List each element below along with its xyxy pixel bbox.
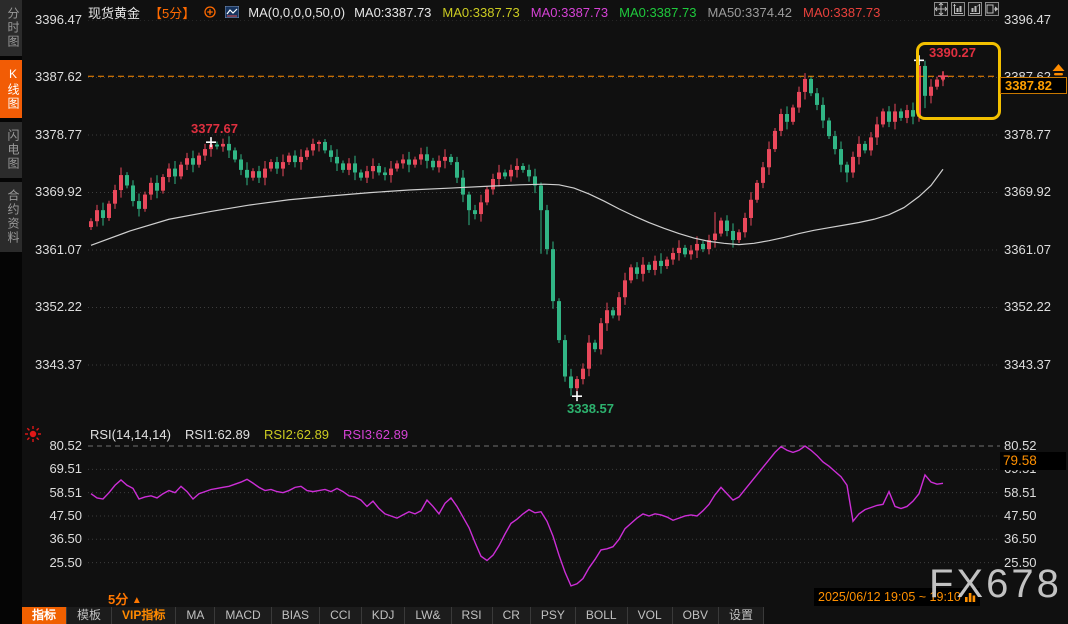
toolbar-item-vol[interactable]: VOL [627, 607, 673, 624]
price-annotation: 3377.67 [191, 121, 238, 137]
toolbar-item-bias[interactable]: BIAS [271, 607, 321, 624]
toolbar-item-cr[interactable]: CR [492, 607, 531, 624]
axis-right-icon[interactable] [968, 2, 982, 16]
current-price-badge: 3387.82 [1000, 77, 1067, 94]
crosshair-icon[interactable] [934, 2, 948, 16]
price-tick-right: 3378.77 [1004, 126, 1051, 142]
price-tick-left: 3369.92 [35, 184, 82, 200]
price-annotation: 3338.57 [567, 401, 614, 417]
price-annotation: 3390.27 [929, 45, 976, 61]
ma-value-label: MA0:3387.73 [442, 4, 520, 20]
sidebar-tab-2[interactable]: 闪电图 [0, 122, 22, 178]
rsi-tick-right: 47.50 [1004, 507, 1037, 523]
symbol-name: 现货黄金 [88, 5, 141, 21]
price-tick-left: 3396.47 [35, 12, 82, 27]
indicator-toolbar: 指标 模板 VIP指标 MA MACD BIAS CCI KDJ LW& RSI CR PSY BOLL… [22, 607, 764, 624]
rsi-tick-left: 36.50 [49, 531, 82, 547]
ma-value-label: MA0:3387.73 [530, 4, 609, 20]
chart-toolbar-icons [934, 2, 999, 16]
rsi-indicator-header: RSI(14,14,14) RSI1:62.89 RSI2:62.89 RSI3:6… [90, 427, 422, 442]
rsi-line-value: RSI3:62.89 [343, 427, 409, 442]
rsi-current-badge: 79.58 [1000, 452, 1066, 470]
price-up-arrow-icon [1051, 63, 1066, 77]
toolbar-item-lw&[interactable]: LW& [405, 607, 452, 624]
rsi-settings-label: RSI(14,14,14) [90, 427, 171, 442]
axis-left-icon[interactable] [951, 2, 965, 16]
toolbar-item-boll[interactable]: BOLL [575, 607, 628, 624]
footer-period-label: 5分 [108, 592, 129, 607]
rsi-tick-left: 25.50 [49, 554, 82, 570]
toolbar-item-设置[interactable]: 设置 [718, 607, 764, 624]
ma-value-label: MA50:3374.42 [707, 4, 793, 20]
price-tick-right: 3396.47 [1004, 12, 1051, 27]
rsi-tick-right: 58.51 [1004, 484, 1037, 500]
price-tick-right: 3361.07 [1004, 241, 1051, 257]
rsi-line-value: RSI2:62.89 [263, 427, 330, 442]
rsi-line-value: RSI1:62.89 [184, 427, 250, 442]
sidebar-tab-3[interactable]: 合约资料 [0, 182, 22, 252]
triangle-up-icon: ▲ [131, 595, 142, 606]
rsi-chart[interactable] [88, 440, 1000, 592]
price-tick-right: 3369.92 [1004, 184, 1051, 200]
rsi-line-values: RSI1:62.89 RSI2:62.89 RSI3:62.89 [185, 427, 422, 442]
price-tick-right: 3352.22 [1004, 299, 1051, 315]
ma-settings-label: MA(0,0,0,0,50,0) [248, 4, 346, 20]
ma-value-label: MA0:3387.73 [803, 4, 881, 20]
toolbar-item-indicator[interactable]: 指标 [22, 607, 68, 624]
sidebar-tab-0[interactable]: 分时图 [0, 0, 22, 56]
period-label[interactable]: 【5分】 [149, 3, 195, 22]
fx678-watermark: FX678 [929, 562, 1062, 606]
price-tick-left: 3378.77 [35, 126, 82, 142]
price-tick-left: 3343.37 [35, 356, 82, 372]
pan-right-icon[interactable] [985, 2, 999, 16]
chart-header: 现货黄金 【5分】 MA(0,0,0,0,50,0) MA0:3387.73 MA… [88, 2, 891, 22]
rsi-tick-left: 58.51 [49, 484, 82, 500]
chart-type-sidebar: 分时图 K线图闪电图合约资料 [0, 0, 22, 624]
price-tick-right: 3343.37 [1004, 356, 1051, 372]
chart-style-icon[interactable] [225, 6, 240, 18]
footer-period-selector[interactable]: 5分 ▲ [108, 589, 142, 608]
toolbar-item-vip指标[interactable]: VIP指标 [112, 607, 177, 624]
toolbar-item-ma[interactable]: MA [176, 607, 216, 624]
rsi-tick-right: 80.52 [1004, 438, 1037, 453]
candlestick-chart[interactable] [88, 20, 1000, 420]
price-tick-left: 3352.22 [35, 299, 82, 315]
rsi-tick-left: 47.50 [49, 507, 82, 523]
rsi-tick-right: 36.50 [1004, 531, 1037, 547]
alarm-burst-icon [24, 425, 42, 443]
price-tick-left: 3387.62 [35, 69, 82, 85]
toolbar-item-rsi[interactable]: RSI [451, 607, 493, 624]
toolbar-item-kdj[interactable]: KDJ [361, 607, 406, 624]
plus-icon[interactable] [204, 6, 216, 18]
price-tick-left: 3361.07 [35, 241, 82, 257]
toolbar-item-macd[interactable]: MACD [215, 607, 272, 624]
ma-value-label: MA0:3387.73 [354, 4, 432, 20]
trading-app-window: 分时图 K线图闪电图合约资料 现货黄金 【5分】 MA(0,0,0,0,50,0)… [0, 0, 1068, 624]
toolbar-item-cci[interactable]: CCI [320, 607, 362, 624]
toolbar-item-psy[interactable]: PSY [530, 607, 576, 624]
rsi-tick-left: 69.51 [49, 461, 82, 477]
toolbar-item-obv[interactable]: OBV [672, 607, 719, 624]
ma-value-label: MA0:3387.73 [619, 4, 697, 20]
toolbar-item-模板[interactable]: 模板 [67, 607, 113, 624]
sidebar-tab-1[interactable]: K线图 [0, 60, 22, 118]
ma-values: MA0:3387.73 MA0:3387.73 MA0:3387.73 MA0:338… [354, 5, 891, 20]
